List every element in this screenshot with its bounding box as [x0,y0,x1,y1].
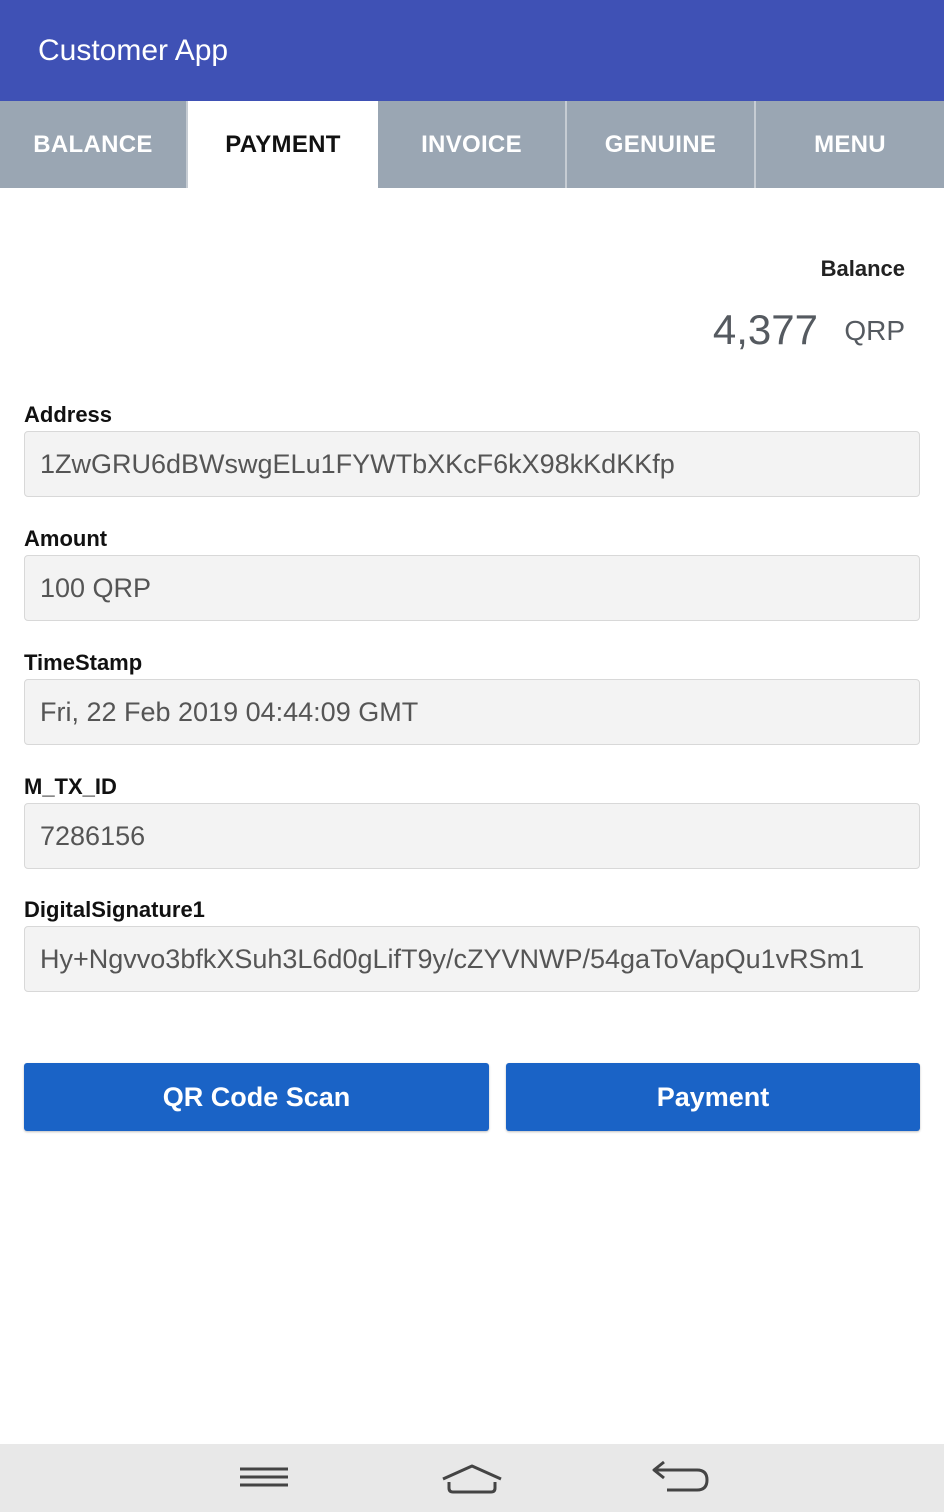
signature-label: DigitalSignature1 [24,897,205,922]
app-screen: Customer App BALANCE PAYMENT INVOICE GEN… [0,0,944,1512]
back-icon[interactable] [645,1452,715,1504]
system-nav-bar [0,1444,944,1512]
tx-id-field[interactable]: 7286156 [24,803,920,869]
tx-id-label: M_TX_ID [24,774,117,799]
tab-invoice[interactable]: INVOICE [378,101,567,188]
timestamp-field[interactable]: Fri, 22 Feb 2019 04:44:09 GMT [24,679,920,745]
balance-value: 4,377 [712,306,818,353]
amount-label: Amount [24,526,108,551]
timestamp-label: TimeStamp [24,650,143,675]
tab-payment[interactable]: PAYMENT [188,101,378,188]
amount-field[interactable]: 100 QRP [24,555,920,621]
menu-icon[interactable] [229,1452,299,1504]
address-label: Address [24,402,113,427]
app-bar: Customer App [0,0,944,101]
tab-genuine[interactable]: GENUINE [567,101,756,188]
home-icon[interactable] [437,1452,507,1504]
balance-label: Balance [820,256,905,281]
app-title: Customer App [38,34,229,67]
address-field[interactable]: 1ZwGRU6dBWswgELu1FYWTbXKcF6kX98kKdKKfp [24,431,920,497]
signature-field[interactable]: Hy+Ngvvo3bfkXSuh3L6d0gLifT9y/cZYVNWP/54g… [24,926,920,992]
tab-balance[interactable]: BALANCE [0,101,188,188]
tab-menu[interactable]: MENU [756,101,944,188]
payment-button[interactable]: Payment [506,1063,920,1131]
balance-unit: QRP [844,315,905,346]
qr-code-scan-button[interactable]: QR Code Scan [24,1063,489,1131]
tab-bar: BALANCE PAYMENT INVOICE GENUINE MENU [0,101,944,188]
